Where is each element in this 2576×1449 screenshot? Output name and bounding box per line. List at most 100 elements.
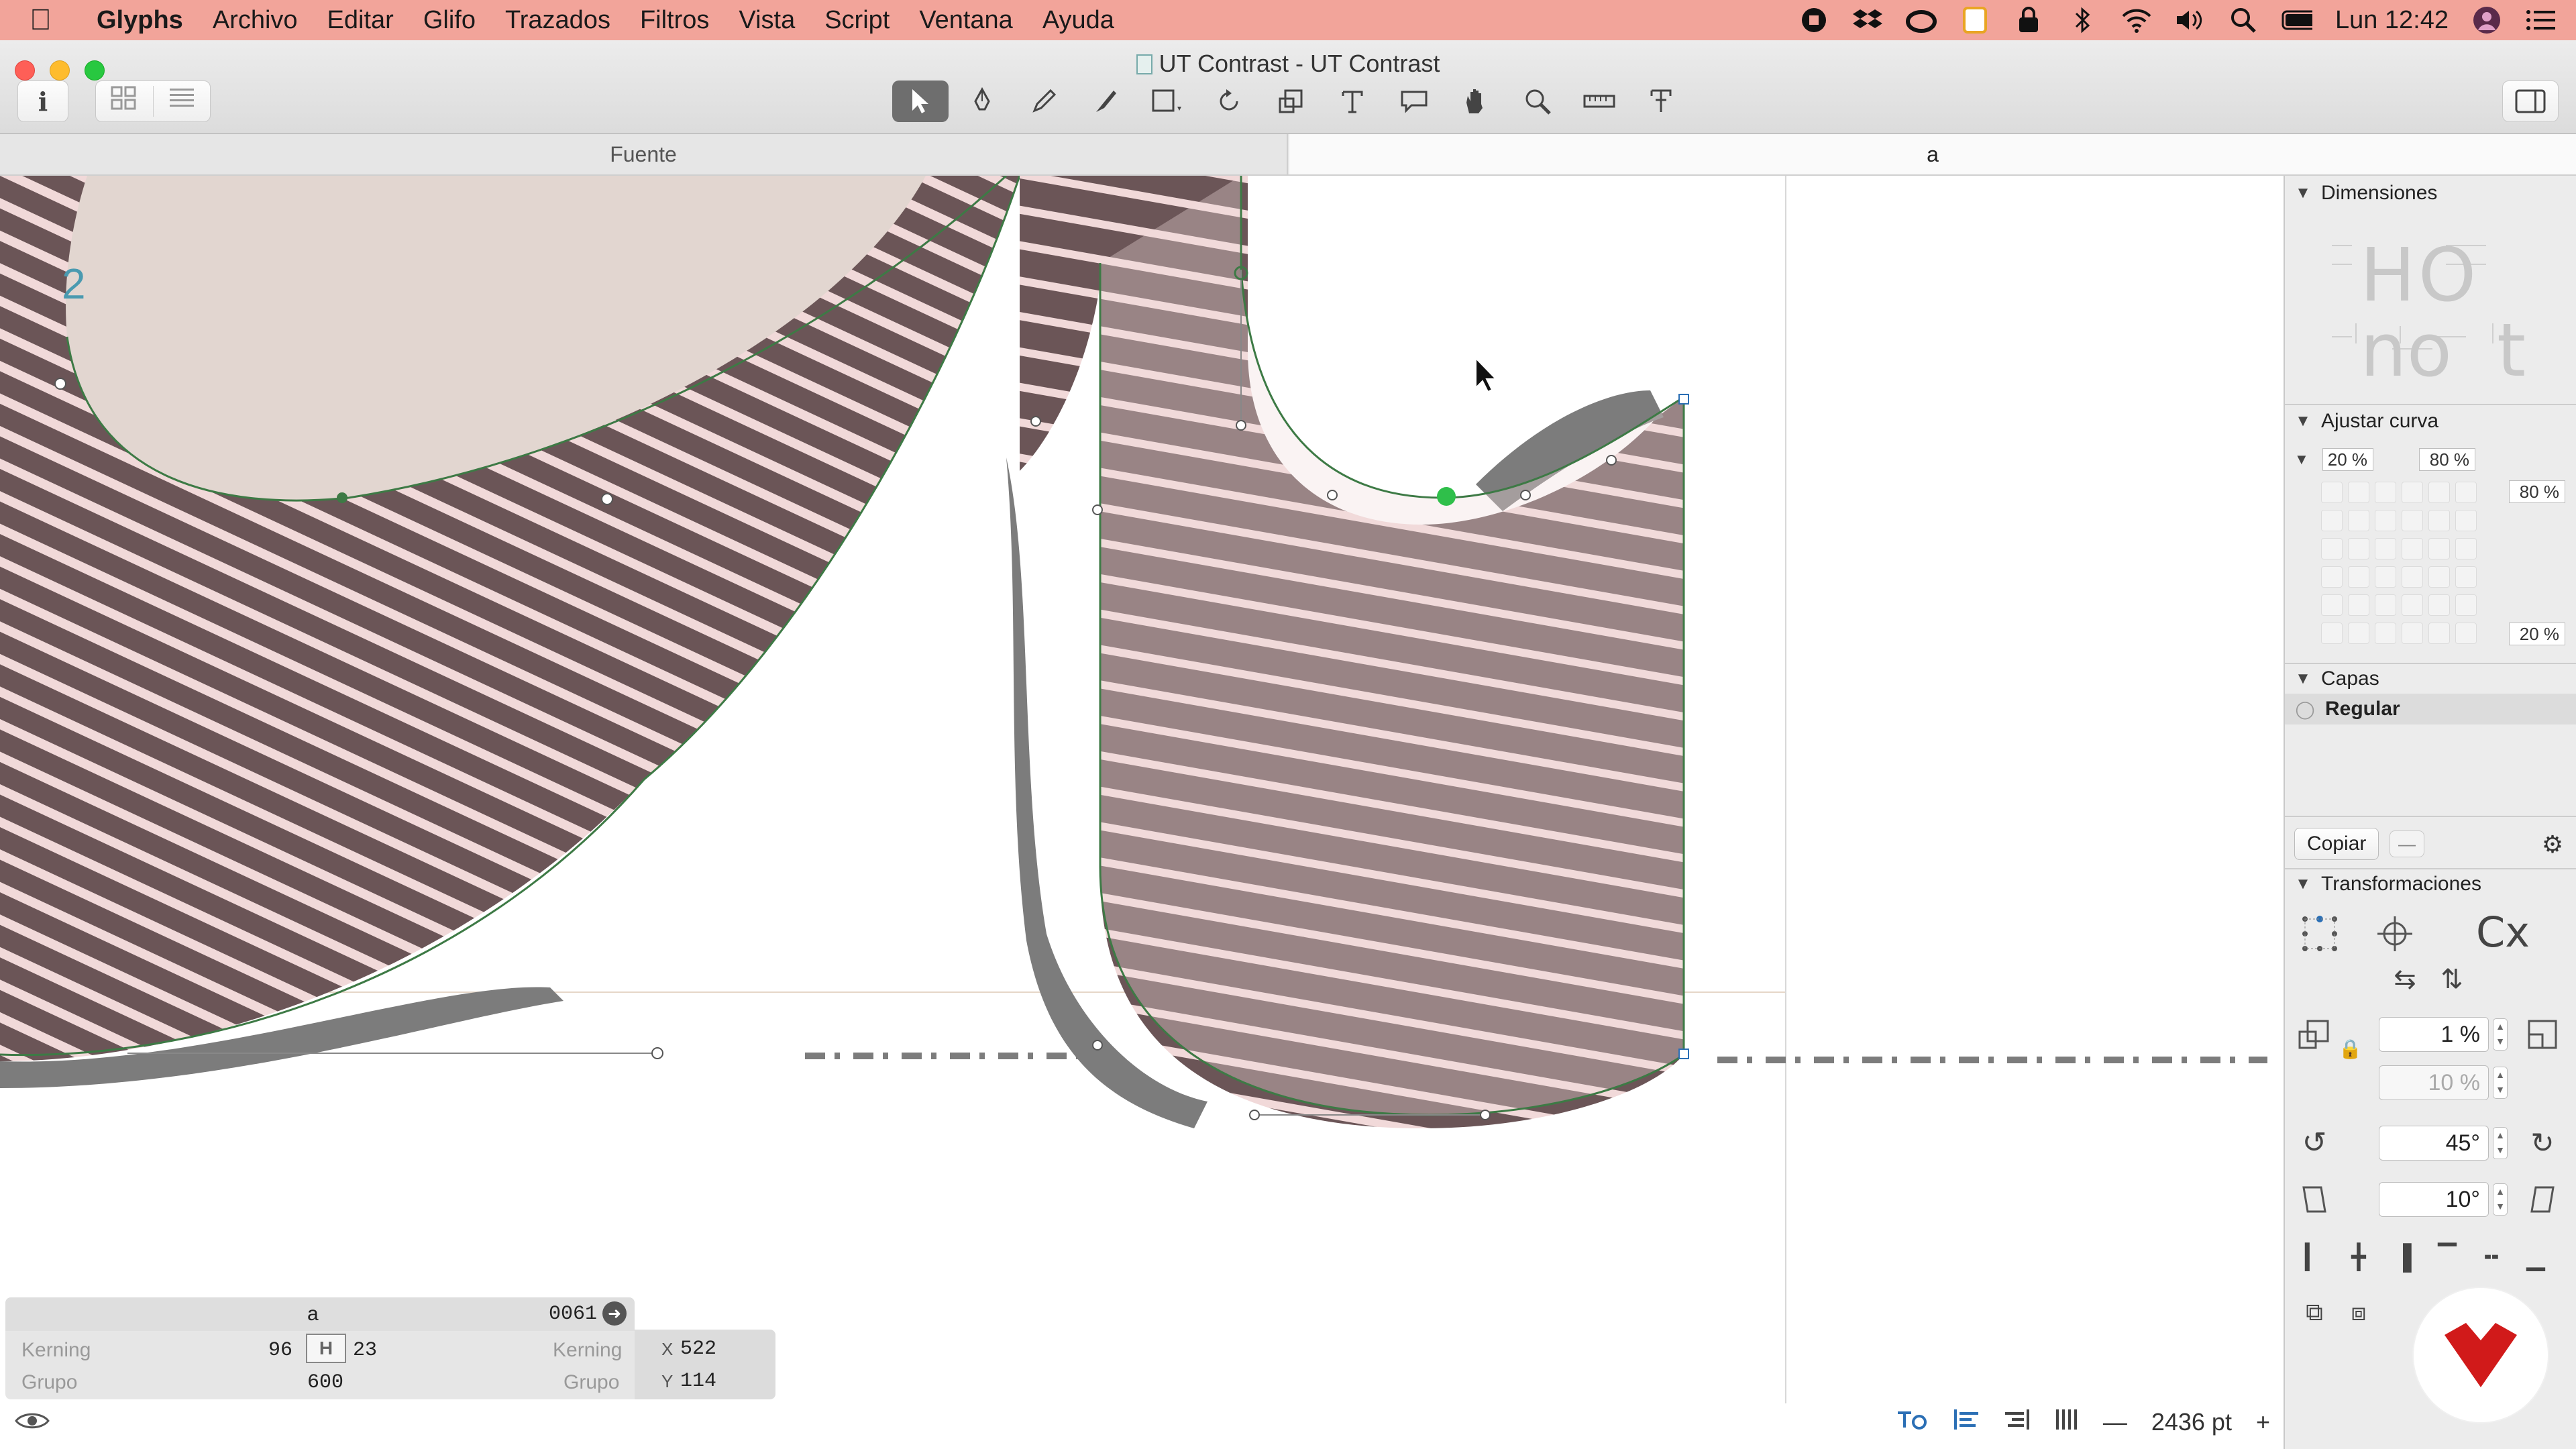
draw-pen-tool-icon[interactable]: [954, 80, 1010, 122]
scale-up-icon[interactable]: [2522, 1014, 2563, 1055]
disclosure-triangle-icon[interactable]: ▼: [2285, 184, 2321, 203]
align-left-edge-icon[interactable]: ▎: [2294, 1237, 2334, 1277]
rotate-ccw-icon[interactable]: ↺: [2294, 1123, 2334, 1163]
stem-mid-off-curve-point[interactable]: [1092, 504, 1103, 515]
scale-field[interactable]: 1 %: [2379, 1017, 2489, 1052]
stem-left-off-curve-point[interactable]: [1030, 416, 1041, 427]
copy-layer-button[interactable]: Copiar: [2294, 828, 2379, 860]
fit-curve-button[interactable]: [2402, 594, 2423, 616]
scale-stepper[interactable]: ▲ ▼: [2493, 1018, 2508, 1051]
width-field[interactable]: 600: [307, 1371, 343, 1394]
fit-curve-right-top-field[interactable]: 80 %: [2509, 480, 2565, 503]
apple-menu-icon[interactable]: : [30, 3, 76, 37]
rotate-stepper[interactable]: ▲ ▼: [2493, 1127, 2508, 1159]
list-view-icon[interactable]: [152, 86, 211, 117]
layer-options-gear-icon[interactable]: ⚙: [2537, 829, 2568, 860]
fit-curve-right-bottom-field[interactable]: 20 %: [2509, 623, 2565, 645]
measure-tool-icon[interactable]: [1571, 80, 1627, 122]
zoom-in-button[interactable]: +: [2256, 1408, 2270, 1436]
fit-curve-button[interactable]: [2375, 510, 2396, 531]
glyph-name-field[interactable]: a: [307, 1303, 319, 1326]
sidebar-toggle-button[interactable]: [2502, 80, 2559, 122]
menu-filtros[interactable]: Filtros: [640, 6, 709, 35]
y-coordinate-field[interactable]: 114: [680, 1370, 716, 1393]
menu-script[interactable]: Script: [824, 6, 890, 35]
align-top-edge-icon[interactable]: ▔: [2427, 1237, 2467, 1277]
volume-icon[interactable]: [2174, 5, 2205, 36]
slant-field[interactable]: 10°: [2379, 1182, 2489, 1217]
primitives-tool-icon[interactable]: [1139, 80, 1195, 122]
left-handle-point[interactable]: [651, 1047, 663, 1059]
corner-point-top[interactable]: [1678, 394, 1689, 405]
align-left-icon[interactable]: [1953, 1408, 1980, 1437]
slant-stepper[interactable]: ▲ ▼: [2493, 1183, 2508, 1216]
zoom-out-button[interactable]: —: [2103, 1408, 2127, 1436]
layer-eye-icon[interactable]: ◯: [2285, 699, 2325, 720]
fit-curve-button[interactable]: [2348, 623, 2369, 644]
clock[interactable]: Lun 12:42: [2335, 6, 2449, 35]
text-direction-icon[interactable]: [1896, 1407, 1929, 1438]
fit-curve-button[interactable]: [2402, 510, 2423, 531]
disclosure-triangle-icon[interactable]: ▼: [2285, 875, 2321, 894]
disclosure-triangle-icon[interactable]: ▼: [2285, 412, 2321, 431]
x-coordinate-field[interactable]: 522: [680, 1338, 716, 1360]
fit-curve-button[interactable]: [2428, 623, 2450, 644]
bottom-off-curve-point[interactable]: [1480, 1110, 1491, 1120]
slant-right-icon[interactable]: [2522, 1179, 2563, 1220]
rotate-cw-icon[interactable]: ↻: [2522, 1123, 2563, 1163]
notification-center-icon[interactable]: [2525, 5, 2556, 36]
menu-ayuda[interactable]: Ayuda: [1042, 6, 1114, 35]
info-button[interactable]: i: [17, 80, 68, 122]
fit-curve-min-field[interactable]: 20 %: [2322, 448, 2373, 471]
left-off-curve-point[interactable]: [601, 493, 613, 505]
menu-archivo[interactable]: Archivo: [213, 6, 298, 35]
flip-vertical-icon[interactable]: ⇅: [2435, 959, 2469, 1000]
unicode-field[interactable]: 0061: [549, 1303, 597, 1326]
fit-curve-button[interactable]: [2348, 594, 2369, 616]
left-on-curve-point[interactable]: [337, 492, 347, 503]
scale-tool-icon[interactable]: [1263, 80, 1319, 122]
section-dimensions-header[interactable]: ▼ Dimensiones: [2285, 180, 2576, 207]
zoom-level[interactable]: 2436 pt: [2151, 1408, 2232, 1436]
union-icon[interactable]: ⧉: [2294, 1292, 2334, 1332]
transform-cx-label[interactable]: Cx: [2446, 912, 2560, 953]
align-right-edge-icon[interactable]: ▐: [2383, 1237, 2423, 1277]
text-tool-icon[interactable]: [1324, 80, 1381, 122]
pencil-tool-icon[interactable]: [1016, 80, 1072, 122]
fit-curve-button[interactable]: [2321, 594, 2343, 616]
knife-tool-icon[interactable]: [1633, 80, 1689, 122]
fit-curve-button[interactable]: [2348, 510, 2369, 531]
align-middle-icon[interactable]: ╍: [2471, 1237, 2512, 1277]
vpn-icon[interactable]: [2013, 5, 2044, 36]
fit-curve-button[interactable]: [2321, 538, 2343, 559]
rsb-field[interactable]: 23: [353, 1339, 377, 1362]
record-icon[interactable]: [1799, 5, 1829, 36]
fit-curve-button[interactable]: [2428, 594, 2450, 616]
lsb-field[interactable]: 96: [268, 1339, 292, 1362]
scale-vertical-field[interactable]: 10 %: [2379, 1065, 2489, 1100]
user-avatar-icon[interactable]: [2471, 5, 2502, 36]
transform-origin-grid-icon[interactable]: [2300, 914, 2340, 954]
fit-curve-max-field[interactable]: 80 %: [2419, 448, 2475, 471]
fit-curve-button[interactable]: [2428, 566, 2450, 588]
select-tool-icon[interactable]: [892, 80, 949, 122]
menu-app-glyphs[interactable]: Glyphs: [97, 6, 183, 35]
align-right-icon[interactable]: [2004, 1408, 2031, 1437]
align-center-icon[interactable]: ╋: [2339, 1237, 2379, 1277]
hand-tool-icon[interactable]: [1448, 80, 1504, 122]
section-layers-header[interactable]: ▼ Capas: [2285, 665, 2576, 692]
stem-handle-point-top[interactable]: [1606, 455, 1617, 466]
rotate-tool-icon[interactable]: [1201, 80, 1257, 122]
glyph-edit-canvas[interactable]: 2 a 0061 ➜ Kerning Grupo 96 H 23 600 Ker…: [0, 176, 2284, 1449]
brush-tool-icon[interactable]: [1077, 80, 1134, 122]
menu-glifo[interactable]: Glifo: [423, 6, 476, 35]
transform-origin-target-icon[interactable]: [2375, 914, 2415, 954]
fit-curve-button[interactable]: [2321, 482, 2343, 503]
slant-left-icon[interactable]: [2294, 1179, 2334, 1220]
fit-curve-button[interactable]: [2455, 482, 2477, 503]
disclosure-triangle-icon[interactable]: ▼: [2285, 669, 2321, 688]
dropbox-icon[interactable]: [1852, 5, 1883, 36]
left-off-curve-point-2[interactable]: [54, 378, 66, 390]
scale-vertical-stepper[interactable]: ▲ ▼: [2493, 1067, 2508, 1099]
fit-curve-button[interactable]: [2375, 482, 2396, 503]
